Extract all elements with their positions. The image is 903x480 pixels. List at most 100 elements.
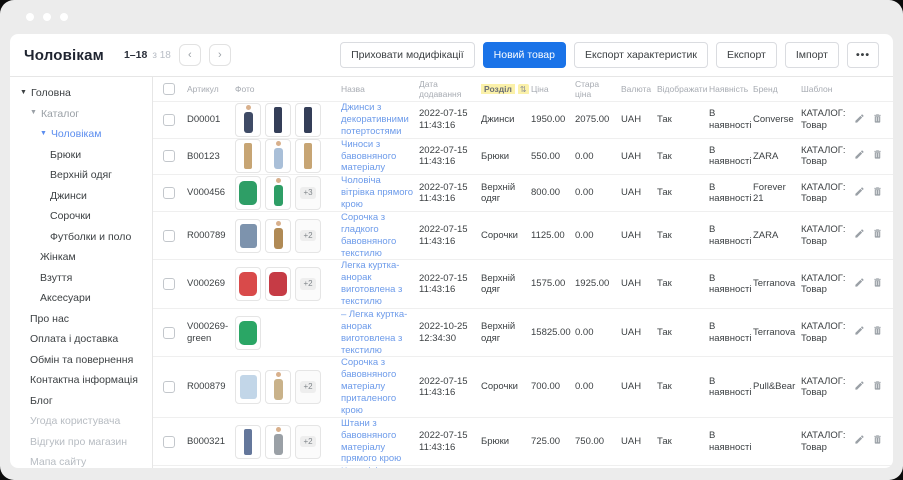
edit-icon[interactable] xyxy=(854,325,865,339)
delete-icon[interactable] xyxy=(872,186,883,200)
edit-icon[interactable] xyxy=(854,186,865,200)
product-name-link[interactable]: Сорочка з бавовняного матеріалу притален… xyxy=(341,357,415,416)
more-photos-thumbnail[interactable]: +2 xyxy=(295,424,321,459)
delete-icon[interactable] xyxy=(872,325,883,339)
product-thumbnail[interactable] xyxy=(235,139,261,174)
product-thumbnail[interactable] xyxy=(265,176,291,211)
column-header-availability[interactable]: Наявність xyxy=(709,84,753,94)
sidebar-item-zhinkam[interactable]: Жінкам xyxy=(10,247,152,268)
sidebar-item-vidguky[interactable]: Відгуки про магазин xyxy=(10,432,152,453)
sidebar-item-obmin[interactable]: Обмін та повернення xyxy=(10,350,152,371)
column-header-photos[interactable]: Фото xyxy=(235,84,341,94)
delete-icon[interactable] xyxy=(872,149,883,163)
column-header-template[interactable]: Шаблон xyxy=(801,84,853,94)
product-thumbnail[interactable] xyxy=(235,370,261,405)
product-name-link[interactable]: Чиноси з бавовняного матеріалу xyxy=(341,139,415,175)
column-header-currency[interactable]: Валюта xyxy=(621,84,657,94)
product-name-link[interactable]: Легка куртка-анорак виготовлена з тексти… xyxy=(341,260,415,308)
column-header-brand[interactable]: Бренд xyxy=(753,84,801,94)
edit-icon[interactable] xyxy=(854,149,865,163)
row-checkbox[interactable] xyxy=(163,435,175,448)
row-checkbox[interactable] xyxy=(163,113,175,126)
edit-icon[interactable] xyxy=(854,434,865,448)
product-name-link[interactable]: Джинси з декоративними потертостями xyxy=(341,102,415,138)
product-thumbnail[interactable] xyxy=(265,370,291,405)
more-photos-thumbnail[interactable]: +2 xyxy=(295,370,321,405)
sidebar-item-aksesuary[interactable]: Аксесуари xyxy=(10,288,152,309)
product-thumbnail[interactable] xyxy=(265,102,291,137)
new-product-button[interactable]: Новий товар xyxy=(482,42,566,68)
product-thumbnail[interactable] xyxy=(235,102,261,137)
product-thumbnail[interactable] xyxy=(265,218,291,253)
row-checkbox[interactable] xyxy=(163,150,175,163)
next-page-button[interactable]: › xyxy=(208,44,231,66)
sidebar-item-vzuttya[interactable]: Взуття xyxy=(10,268,152,289)
sidebar-item-oplata[interactable]: Оплата і доставка xyxy=(10,329,152,350)
sidebar-item-cholovikam[interactable]: ▼ Чоловікам xyxy=(10,124,152,145)
more-photos-thumbnail[interactable]: +2 xyxy=(295,267,321,302)
prev-page-button[interactable]: ‹ xyxy=(178,44,201,66)
sidebar-item-blog[interactable]: Блог xyxy=(10,391,152,412)
sidebar-item-futbolky[interactable]: Футболки и поло xyxy=(10,227,152,248)
edit-icon[interactable] xyxy=(854,277,865,291)
product-name-link[interactable]: Чоловіча вітрівка прямого крою xyxy=(341,175,415,211)
delete-icon[interactable] xyxy=(872,277,883,291)
sidebar-item-kontaktna[interactable]: Контактна інформація xyxy=(10,370,152,391)
product-name-link[interactable]: Сорочка з гладкого бавовняного текстилю xyxy=(341,212,415,260)
delete-icon[interactable] xyxy=(872,380,883,394)
more-button[interactable]: ••• xyxy=(846,42,879,68)
row-checkbox[interactable] xyxy=(163,229,175,242)
column-header-old_price[interactable]: Стара ціна xyxy=(575,79,621,99)
sidebar-item-dzhynsy[interactable]: Джинси xyxy=(10,186,152,207)
hide-modifications-button[interactable]: Приховати модифікації xyxy=(340,42,475,68)
delete-icon[interactable] xyxy=(872,434,883,448)
sidebar-item-ugoda[interactable]: Угода користувача xyxy=(10,411,152,432)
edit-icon[interactable] xyxy=(854,228,865,242)
more-photos-thumbnail[interactable]: +2 xyxy=(295,218,321,253)
sidebar-item-mapa[interactable]: Мапа сайту xyxy=(10,452,152,468)
column-header-display[interactable]: Відображати xyxy=(657,84,709,94)
window-dot-icon[interactable] xyxy=(26,13,34,21)
product-thumbnail[interactable] xyxy=(235,267,261,302)
sidebar-item-verkhniy-odyag[interactable]: Верхній одяг xyxy=(10,165,152,186)
row-checkbox[interactable] xyxy=(163,278,175,291)
column-header-name[interactable]: Назва xyxy=(341,84,419,94)
product-name-link[interactable]: – Легка куртка-анорак виготовлена з текс… xyxy=(341,309,415,357)
sidebar-item-katalog[interactable]: ▼ Каталог xyxy=(10,104,152,125)
product-thumbnail[interactable] xyxy=(265,424,291,459)
column-header-sku[interactable]: Артикул xyxy=(187,84,235,94)
delete-icon[interactable] xyxy=(872,113,883,127)
sidebar-item-bryuky[interactable]: Брюки xyxy=(10,145,152,166)
edit-icon[interactable] xyxy=(854,380,865,394)
product-thumbnail[interactable] xyxy=(235,424,261,459)
export-button[interactable]: Експорт xyxy=(715,42,777,68)
product-thumbnail[interactable] xyxy=(295,139,321,174)
product-thumbnail[interactable] xyxy=(265,139,291,174)
sidebar-item-golovna[interactable]: ▼ Головна xyxy=(10,83,152,104)
column-header-section[interactable]: Розділ ⇅ xyxy=(481,83,531,95)
sidebar-item-sorochky[interactable]: Сорочки xyxy=(10,206,152,227)
cell-brand: Terranova xyxy=(753,326,796,338)
product-thumbnail[interactable] xyxy=(295,102,321,137)
column-header-date[interactable]: Дата додавання xyxy=(419,79,481,99)
product-thumbnail[interactable] xyxy=(265,267,291,302)
product-name-link[interactable]: Чоловічі сорочки з легкого текстилю xyxy=(341,466,415,468)
product-thumbnail[interactable] xyxy=(235,315,261,350)
product-name-link[interactable]: Штани з бавовняного матеріалу прямого кр… xyxy=(341,418,415,466)
product-thumbnail[interactable] xyxy=(235,176,261,211)
window-dot-icon[interactable] xyxy=(60,13,68,21)
window-dot-icon[interactable] xyxy=(43,13,51,21)
sort-icon[interactable]: ⇅ xyxy=(517,83,529,95)
more-photos-thumbnail[interactable]: +3 xyxy=(295,176,321,211)
delete-icon[interactable] xyxy=(872,228,883,242)
edit-icon[interactable] xyxy=(854,113,865,127)
row-checkbox[interactable] xyxy=(163,187,175,200)
row-checkbox[interactable] xyxy=(163,326,175,339)
import-button[interactable]: Імпорт xyxy=(784,42,839,68)
sidebar-item-pro-nas[interactable]: Про нас xyxy=(10,309,152,330)
column-header-price[interactable]: Ціна xyxy=(531,84,575,94)
select-all-checkbox[interactable] xyxy=(163,83,175,95)
product-thumbnail[interactable] xyxy=(235,218,261,253)
export-characteristics-button[interactable]: Експорт характеристик xyxy=(574,42,708,68)
row-checkbox[interactable] xyxy=(163,381,175,394)
